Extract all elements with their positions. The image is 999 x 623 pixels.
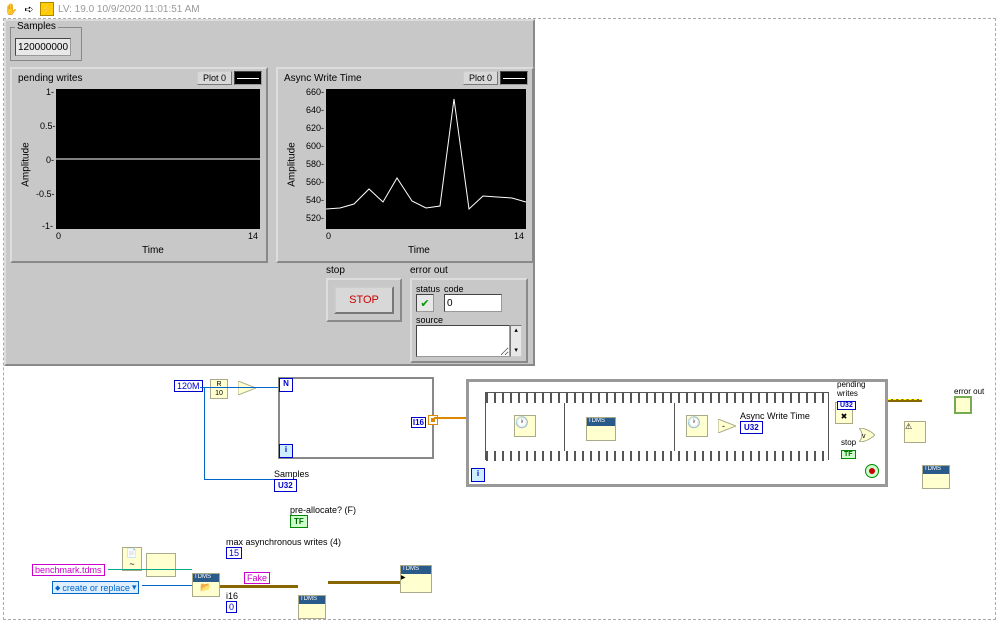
pending-writes-chart: pending writes Plot 0 Amplitude 1- 0.5- … xyxy=(10,67,268,263)
fake-channel-const[interactable]: Fake xyxy=(244,573,270,583)
tdms-open-node[interactable]: TDMS 📂 xyxy=(192,573,220,597)
chart1-ylabel: Amplitude xyxy=(21,142,32,186)
scroll-down-icon[interactable]: ▾ xyxy=(511,346,521,356)
build-path-node[interactable] xyxy=(146,553,176,577)
or-node[interactable]: v xyxy=(859,428,875,445)
subtract-node[interactable]: - xyxy=(718,419,736,436)
samples-group: Samples xyxy=(10,27,82,61)
chart2-title: Async Write Time xyxy=(284,73,362,84)
chart1-legend-label: Plot 0 xyxy=(197,71,232,85)
chart1-legend[interactable]: Plot 0 xyxy=(197,71,262,85)
stop-cluster: stop STOP xyxy=(326,265,402,322)
pending-writes-terminal[interactable]: pending writes U32 xyxy=(837,380,885,410)
code-field[interactable] xyxy=(444,294,502,312)
async-write-time-terminal[interactable]: Async Write Time U32 xyxy=(740,411,810,434)
quotient-remainder-node[interactable]: R10 xyxy=(210,379,228,399)
error-out-terminal[interactable]: error out xyxy=(954,387,984,414)
chart2-legend-label: Plot 0 xyxy=(463,71,498,85)
preallocate-terminal[interactable]: pre-allocate? (F) TF xyxy=(290,505,356,528)
const-120m[interactable]: 120M xyxy=(174,381,203,391)
scroll-up-icon[interactable]: ▴ xyxy=(511,326,521,336)
run-arrow-icon[interactable]: ➪ xyxy=(22,2,36,16)
chart2-ylabel: Amplitude xyxy=(287,142,298,186)
samples-label: Samples xyxy=(15,21,58,32)
chart1-xmax: 14 xyxy=(248,231,258,241)
chart2-legend[interactable]: Plot 0 xyxy=(463,71,528,85)
strip-path-node[interactable]: 📄~ xyxy=(122,547,142,571)
for-loop[interactable]: N i I16 xyxy=(278,377,434,459)
chart2-xlabel: Time xyxy=(408,245,430,256)
stop-button[interactable]: STOP xyxy=(334,286,394,314)
n-terminal[interactable]: N xyxy=(279,378,293,392)
create-or-replace-const[interactable]: ◆create or replace▾ xyxy=(52,581,139,594)
tdms-config-async-node[interactable]: TDMS ▶ xyxy=(400,565,432,593)
source-scrollbar[interactable]: ▴ ▾ xyxy=(510,325,522,357)
flat-sequence[interactable]: 🕐 TDMS 🕐 - Async Write Time U32 xyxy=(485,392,829,460)
tdms-close-node[interactable]: TDMS xyxy=(922,465,950,489)
i-terminal: i xyxy=(279,444,293,458)
to-i32-node[interactable] xyxy=(238,381,256,397)
samples-input[interactable] xyxy=(15,38,71,56)
chart2-legend-sample xyxy=(500,71,528,85)
loop-condition-icon[interactable] xyxy=(865,464,879,478)
while-i-terminal: i xyxy=(471,468,485,482)
window-title: LV: 19.0 10/9/2020 11:01:51 AM xyxy=(58,4,200,15)
source-field[interactable] xyxy=(416,325,510,357)
source-label: source xyxy=(416,315,522,325)
simple-error-handler-node[interactable]: ⚠ xyxy=(904,421,926,443)
async-write-time-chart: Async Write Time Plot 0 Amplitude 660- 6… xyxy=(276,67,534,263)
error-out-cluster: error out status ✔ code source xyxy=(410,265,528,363)
chart1-legend-sample xyxy=(234,71,262,85)
max-async-writes-const[interactable]: max asynchronous writes (4) 15 xyxy=(226,537,341,559)
tick-count-1-node[interactable]: 🕐 xyxy=(514,415,536,437)
status-indicator: ✔ xyxy=(416,294,434,312)
while-loop[interactable]: i 🕐 TDMS 🕐 - xyxy=(466,379,888,487)
chart1-plot-area[interactable] xyxy=(56,89,260,229)
chart2-xmin: 0 xyxy=(326,231,331,241)
hand-tool-icon[interactable]: ✋ xyxy=(4,2,18,16)
chart2-line xyxy=(326,89,526,229)
samples-terminal[interactable]: Samples U32 xyxy=(274,469,309,492)
chart1-title: pending writes xyxy=(18,73,82,84)
chart2-plot-area[interactable] xyxy=(326,89,526,229)
error-label: error out xyxy=(410,265,528,276)
tdms-async-write-node[interactable]: TDMS xyxy=(586,417,616,441)
film-strip-top xyxy=(486,393,828,403)
chart2-xmax: 14 xyxy=(514,231,524,241)
chart1-line xyxy=(56,89,260,229)
code-label: code xyxy=(444,284,502,294)
stop-label: stop xyxy=(326,265,402,276)
status-label: status xyxy=(416,284,440,294)
film-strip-bottom xyxy=(486,451,828,461)
i16-const[interactable]: i16 0 xyxy=(226,591,238,613)
chart1-xlabel: Time xyxy=(142,245,164,256)
toolbar: ✋ ➪ ⚡ LV: 19.0 10/9/2020 11:01:51 AM xyxy=(0,0,999,18)
benchmark-filename-const[interactable]: benchmark.tdms xyxy=(32,565,105,575)
tick-count-2-node[interactable]: 🕐 xyxy=(686,415,708,437)
svg-text:-: - xyxy=(722,421,725,431)
stop-terminal[interactable]: stop TF xyxy=(841,438,856,459)
front-panel: Samples pending writes Plot 0 Amplitude … xyxy=(4,19,535,366)
tdms-set-props-node[interactable]: TDMS xyxy=(298,595,326,619)
diagram-area: Samples pending writes Plot 0 Amplitude … xyxy=(3,18,996,620)
i16-coerce: I16 xyxy=(411,417,426,428)
chart1-xmin: 0 xyxy=(56,231,61,241)
svg-text:v: v xyxy=(862,433,866,440)
highlight-exec-icon[interactable]: ⚡ xyxy=(40,2,54,16)
